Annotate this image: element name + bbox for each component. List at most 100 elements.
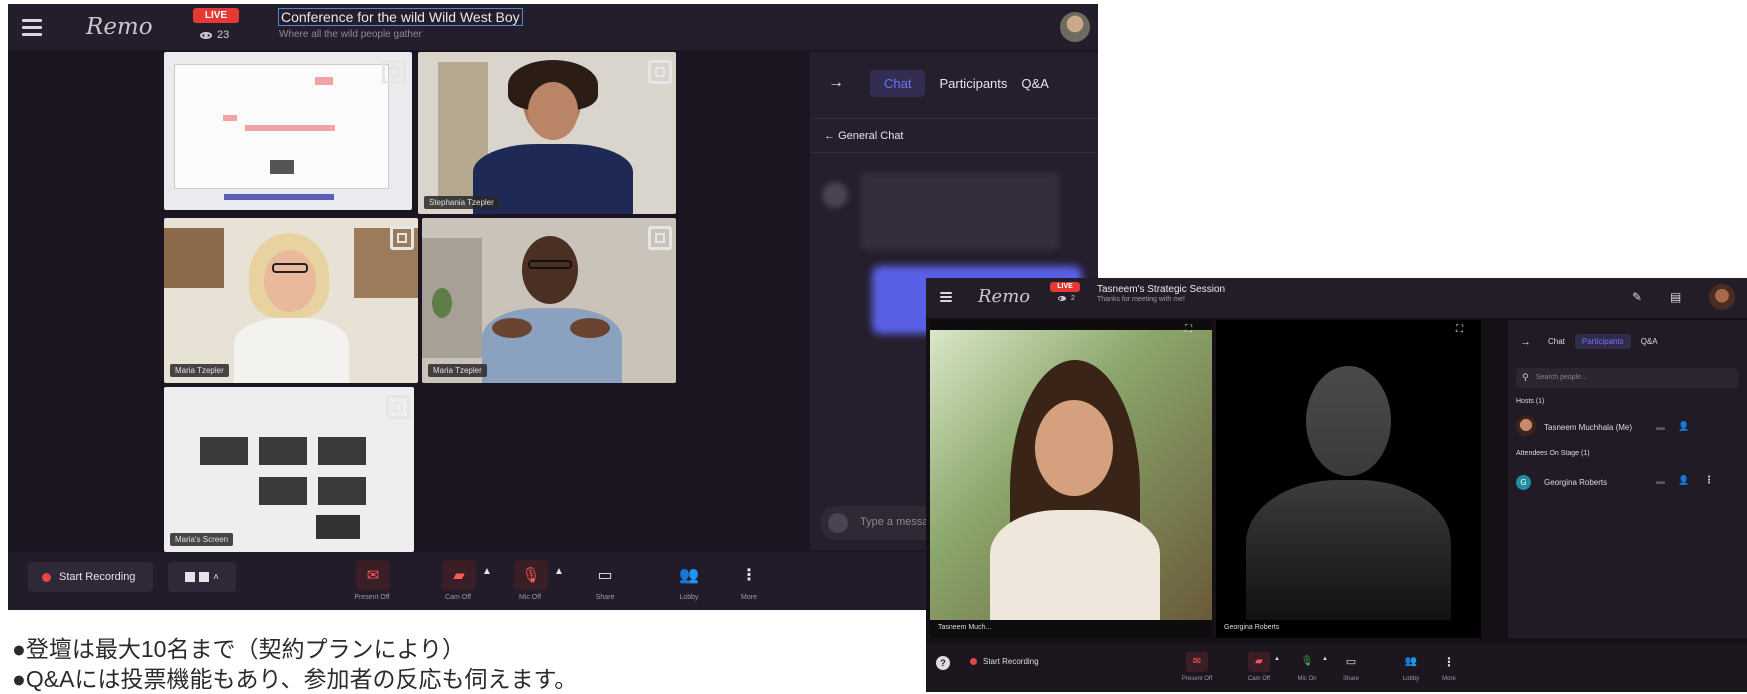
cam-off-label: Cam Off — [445, 594, 471, 601]
blurred-avatar — [822, 182, 848, 208]
start-recording-button[interactable]: Start Recording — [970, 657, 1039, 666]
tab-chat[interactable]: Chat — [1548, 337, 1565, 346]
menu-icon[interactable] — [22, 19, 42, 36]
live-badge: LIVE — [1050, 282, 1080, 292]
attach-icon[interactable] — [828, 513, 848, 533]
general-chat-label: General Chat — [838, 130, 904, 142]
user-avatar[interactable] — [1709, 284, 1735, 310]
present-off-icon: ✉ — [366, 567, 380, 584]
tab-participants[interactable]: Participants — [939, 76, 1007, 91]
layout-selector[interactable]: ˄ — [168, 562, 236, 592]
fullscreen-icon[interactable] — [648, 226, 672, 250]
layout-icon — [185, 572, 196, 582]
video-tile-stephania[interactable]: Stephania Tzepler — [418, 52, 676, 214]
tile-name-label: Maria Tzepler — [170, 364, 229, 377]
collapse-arrow-icon[interactable]: → — [1520, 336, 1531, 348]
event-subtitle: Thanks for meeting with me! — [1097, 296, 1185, 303]
event-title: Conference for the wild Wild West Boy — [278, 8, 523, 26]
chevron-up-icon[interactable]: ▲ — [554, 566, 564, 577]
chevron-up-icon[interactable]: ▲ — [1274, 656, 1280, 662]
panel-tabs: Chat Participants Q&A — [870, 70, 1049, 97]
tile-name-label: Georgina Roberts — [1224, 624, 1280, 631]
more-vertical-icon[interactable]: ⋮ — [1704, 475, 1714, 486]
search-placeholder: Search people... — [1536, 374, 1587, 381]
share-screen-icon: ▭ — [597, 567, 613, 584]
present-off-button[interactable]: ✉ — [1186, 652, 1208, 672]
screen-share-tile[interactable] — [164, 52, 412, 210]
chevron-up-icon: ˄ — [213, 571, 219, 583]
video-tile-tasneem[interactable]: ⛶ Tasneem Much... — [930, 320, 1212, 638]
tile-name-label: Maria's Screen — [170, 533, 234, 546]
host-avatar — [1516, 416, 1536, 436]
message-icon[interactable]: ▬ — [1656, 476, 1665, 486]
cam-off-label: Cam Off — [1247, 676, 1271, 682]
video-tile-georgina[interactable]: ⛶ Georgina Roberts — [1216, 320, 1481, 638]
cam-off-button[interactable]: ▰ — [1248, 652, 1270, 672]
tile-name-label: Tasneem Much... — [938, 624, 992, 631]
eye-icon — [1058, 296, 1066, 301]
search-people-input[interactable]: ⚲ Search people... — [1516, 368, 1738, 388]
fullscreen-icon[interactable] — [390, 226, 414, 250]
record-icon — [42, 572, 51, 582]
fullscreen-icon[interactable] — [386, 395, 410, 419]
calendar-icon[interactable]: ▤ — [1670, 290, 1681, 304]
participants-panel: → Chat Participants Q&A ⚲ Search people.… — [1508, 320, 1747, 638]
lobby-button[interactable]: 👥 — [672, 560, 706, 590]
announce-icon[interactable]: ✎ — [1632, 290, 1642, 304]
user-avatar[interactable] — [1060, 12, 1090, 42]
fullscreen-icon[interactable] — [382, 60, 406, 84]
avatar-silhouette-body — [1246, 480, 1451, 620]
shared-screen-content — [174, 64, 389, 189]
live-badge: LIVE — [193, 8, 239, 23]
taskbar — [224, 194, 334, 200]
share-button[interactable]: ▭ — [1340, 652, 1362, 672]
share-button[interactable]: ▭ — [588, 560, 622, 590]
more-button[interactable]: ⋮ — [734, 560, 764, 590]
tab-qa[interactable]: Q&A — [1641, 337, 1658, 346]
cam-off-icon: ▰ — [453, 567, 465, 584]
top-bar: Remo LIVE 23 Conference for the wild Wil… — [8, 4, 1098, 50]
remo-event-screenshot-small: Remo LIVE 2 Tasneem's Strategic Session … — [926, 278, 1747, 692]
video-tile-maria-screen[interactable]: Maria's Screen — [164, 387, 414, 552]
start-recording-button[interactable]: Start Recording — [28, 562, 153, 592]
chevron-up-icon[interactable]: ▲ — [482, 566, 492, 577]
chevron-up-icon[interactable]: ▲ — [1322, 656, 1328, 662]
start-recording-label: Start Recording — [983, 657, 1039, 666]
panel-tabs: Chat Participants Q&A — [1548, 334, 1658, 349]
more-button[interactable]: ⋮ — [1439, 652, 1459, 672]
person-audio-icon[interactable]: 👤 — [1678, 475, 1689, 486]
present-off-button[interactable]: ✉ — [356, 560, 390, 590]
lobby-button[interactable]: 👥 — [1400, 652, 1422, 672]
message-icon[interactable]: ▬ — [1656, 422, 1665, 432]
tab-participants[interactable]: Participants — [1574, 334, 1631, 349]
fullscreen-icon[interactable]: ⛶ — [1456, 324, 1463, 335]
tab-chat[interactable]: Chat — [870, 70, 926, 97]
hosts-header: Hosts (1) — [1516, 398, 1545, 405]
general-chat-back[interactable]: ← General Chat — [824, 130, 904, 142]
video-tile-maria-2[interactable]: Maria Tzepler — [422, 218, 676, 383]
help-icon[interactable]: ? — [936, 656, 950, 670]
tile-name-label: Stephania Tzepler — [424, 196, 499, 209]
mic-off-icon: 🎙 — [521, 567, 541, 584]
collapse-arrow-icon[interactable]: → — [828, 74, 844, 92]
event-title: Tasneem's Strategic Session — [1097, 284, 1226, 295]
menu-icon[interactable] — [940, 292, 952, 302]
blurred-message — [860, 172, 1060, 250]
search-icon: ⚲ — [1522, 372, 1529, 382]
viewer-count: 2 — [1058, 295, 1075, 302]
chat-input-placeholder: Type a messa — [860, 516, 929, 528]
attendee-name: Georgina Roberts — [1544, 478, 1608, 487]
person-audio-icon[interactable]: 👤 — [1678, 421, 1689, 432]
lobby-label: Lobby — [679, 594, 699, 601]
host-name: Tasneem Muchhala (Me) — [1544, 423, 1633, 432]
video-tile-maria-1[interactable]: Maria Tzepler — [164, 218, 418, 383]
event-subtitle: Where all the wild people gather — [279, 29, 422, 40]
people-icon: 👥 — [679, 567, 699, 584]
mic-on-button[interactable]: 🎙 — [1296, 652, 1318, 672]
fullscreen-icon[interactable]: ⛶ — [1185, 324, 1192, 335]
tab-qa[interactable]: Q&A — [1021, 76, 1048, 91]
fullscreen-icon[interactable] — [648, 60, 672, 84]
cam-off-button[interactable]: ▰ — [442, 560, 476, 590]
mic-off-button[interactable]: 🎙 — [514, 560, 548, 590]
present-off-label: Present Off — [354, 594, 390, 601]
